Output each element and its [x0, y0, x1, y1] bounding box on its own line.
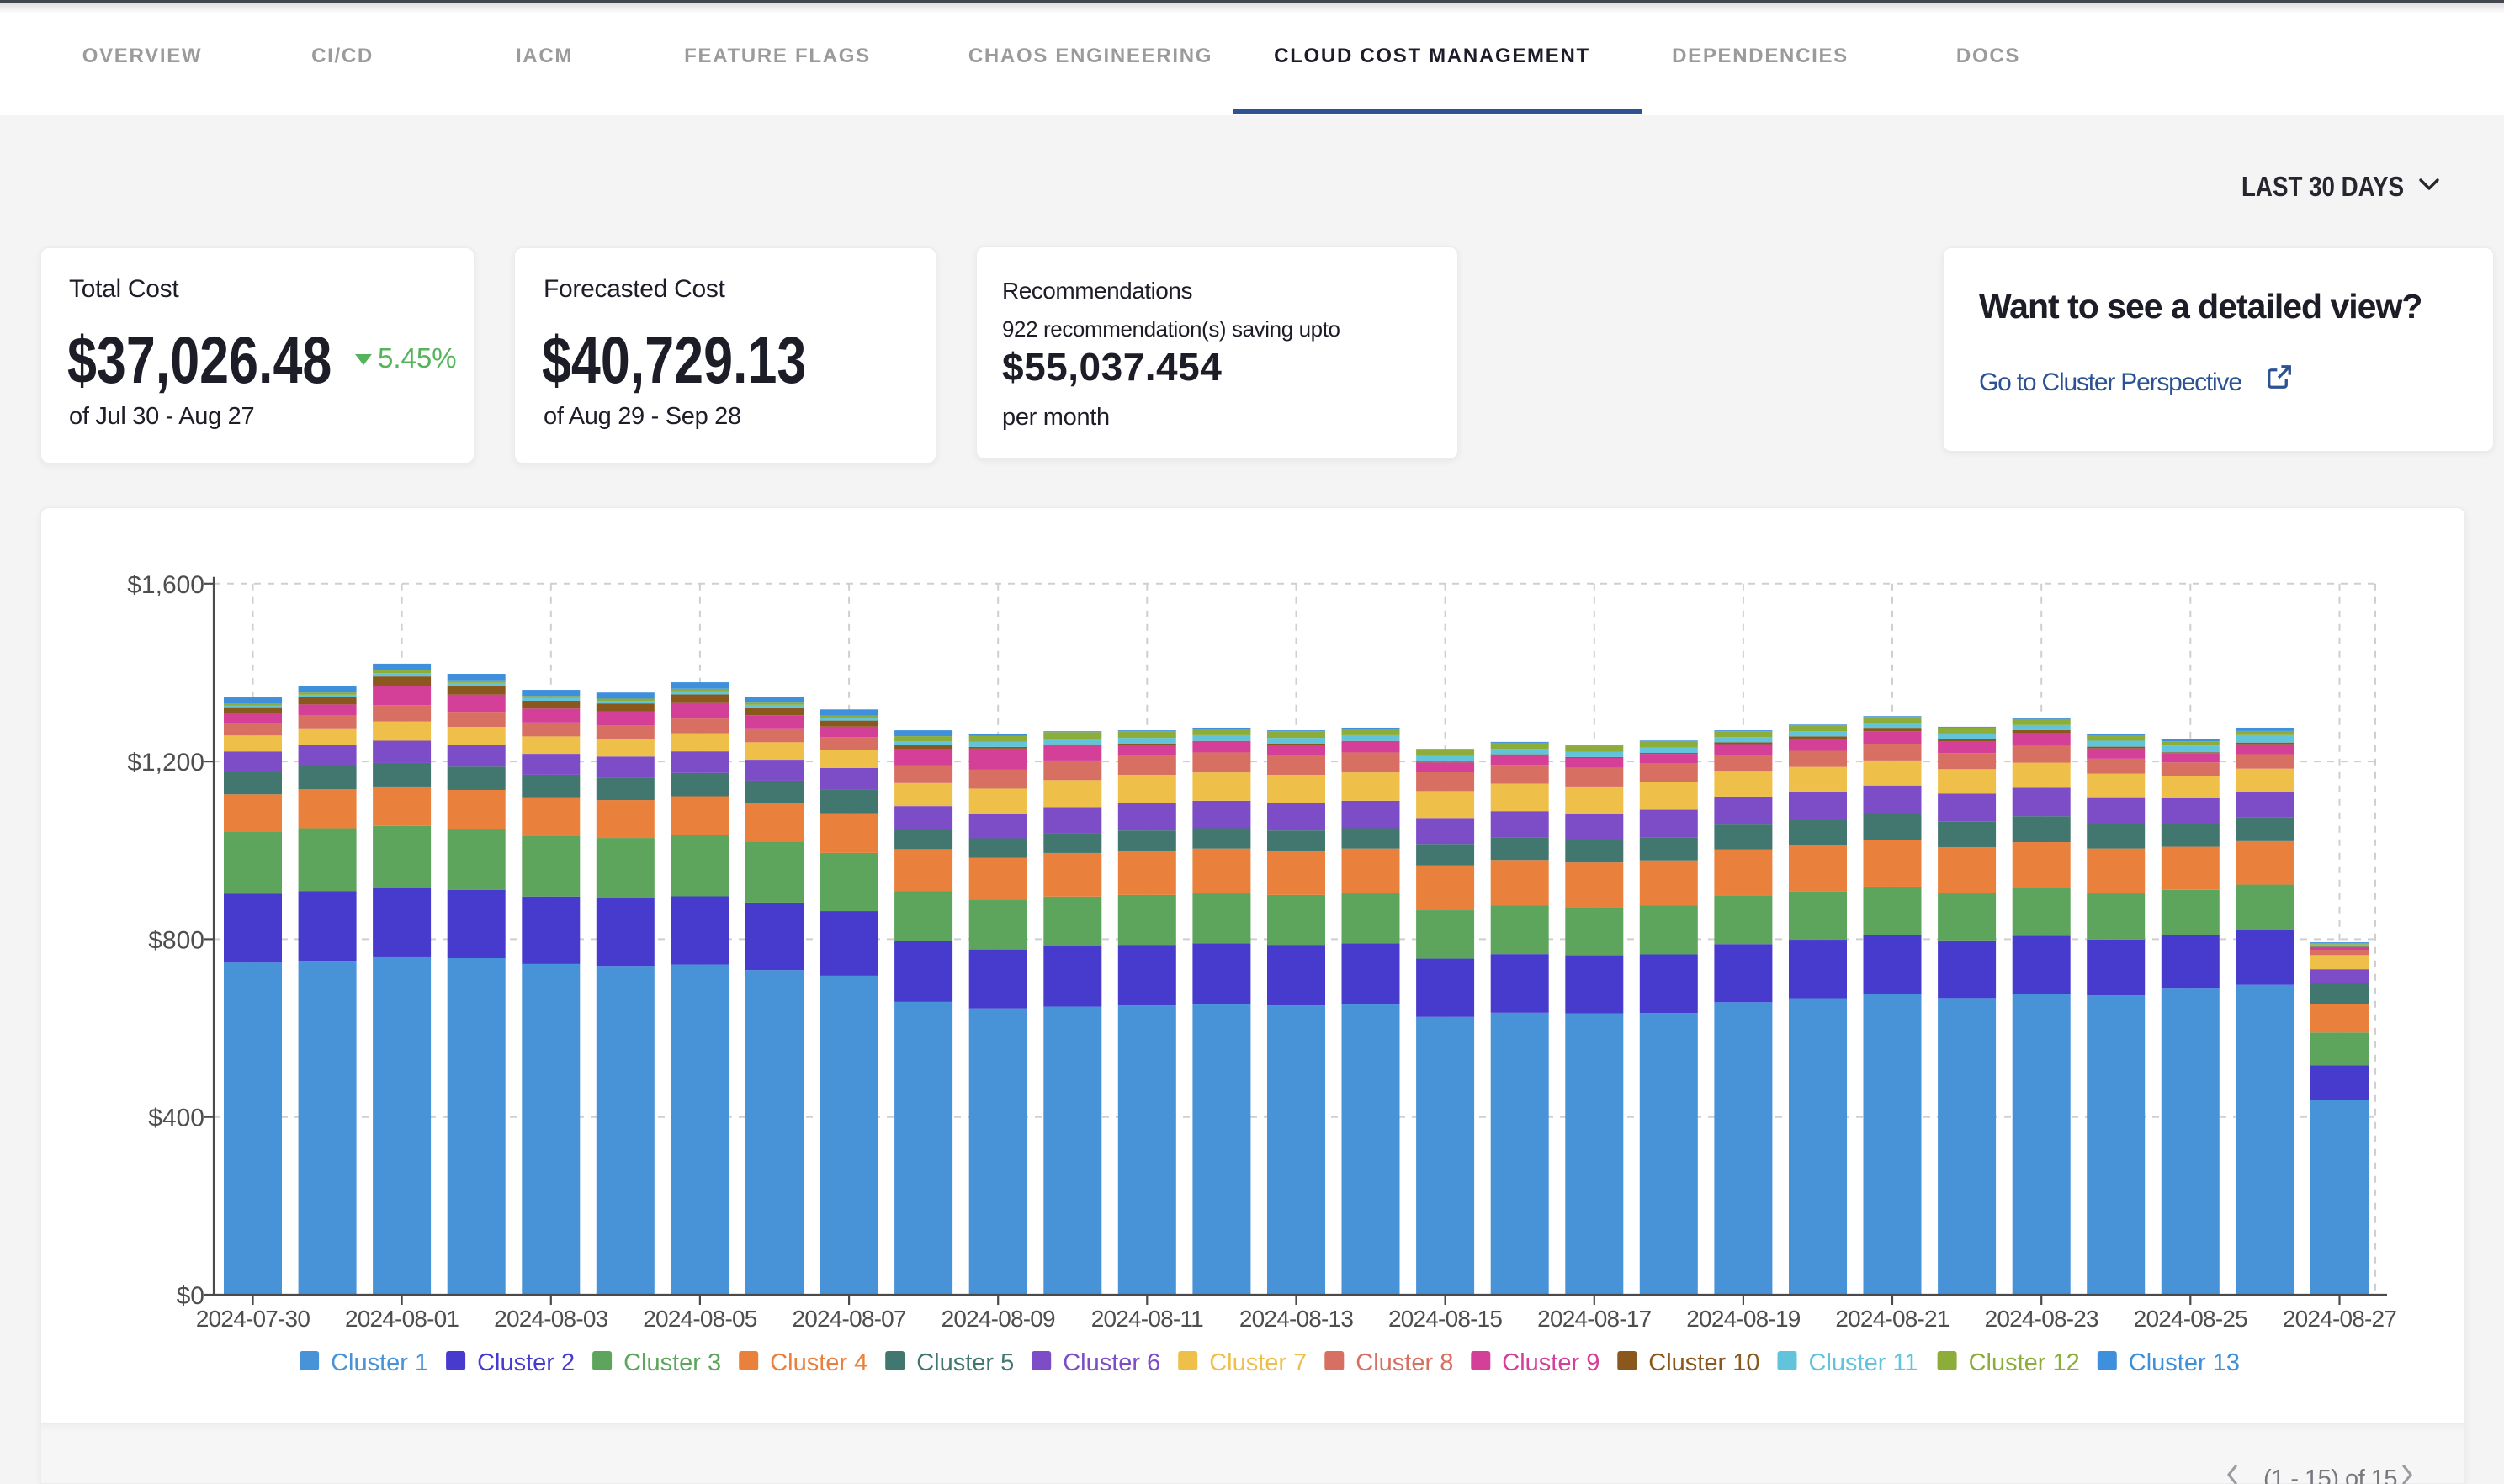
svg-text:Cluster 3: Cluster 3 [623, 1349, 721, 1376]
svg-text:2024-08-13: 2024-08-13 [1239, 1306, 1353, 1332]
svg-text:$1,200: $1,200 [127, 749, 204, 776]
svg-text:2024-08-03: 2024-08-03 [494, 1306, 607, 1332]
svg-text:2024-08-25: 2024-08-25 [2134, 1306, 2247, 1332]
svg-text:$800: $800 [148, 926, 204, 954]
svg-text:2024-08-23: 2024-08-23 [1985, 1306, 2098, 1332]
svg-text:Cluster 7: Cluster 7 [1209, 1349, 1307, 1376]
svg-text:Cluster 1: Cluster 1 [331, 1349, 428, 1376]
svg-text:Cluster 11: Cluster 11 [1809, 1349, 1918, 1376]
svg-text:Cluster 4: Cluster 4 [770, 1349, 867, 1376]
svg-text:2024-07-30: 2024-07-30 [196, 1306, 310, 1332]
svg-text:Cluster 12: Cluster 12 [1969, 1349, 2080, 1376]
svg-text:2024-08-09: 2024-08-09 [942, 1306, 1055, 1332]
svg-text:Cluster 6: Cluster 6 [1063, 1349, 1160, 1376]
svg-text:2024-08-21: 2024-08-21 [1835, 1306, 1949, 1332]
svg-text:2024-08-19: 2024-08-19 [1686, 1306, 1800, 1332]
svg-text:Cluster 8: Cluster 8 [1355, 1349, 1453, 1376]
svg-text:Cluster 2: Cluster 2 [477, 1349, 575, 1376]
svg-text:2024-08-01: 2024-08-01 [345, 1306, 459, 1332]
svg-text:2024-08-17: 2024-08-17 [1537, 1306, 1651, 1332]
svg-text:Cluster 5: Cluster 5 [916, 1349, 1014, 1376]
svg-text:2024-08-07: 2024-08-07 [792, 1306, 905, 1332]
svg-text:2024-08-15: 2024-08-15 [1388, 1306, 1502, 1332]
svg-text:2024-08-27: 2024-08-27 [2283, 1306, 2396, 1332]
svg-text:$1,600: $1,600 [127, 571, 204, 599]
svg-text:2024-08-11: 2024-08-11 [1091, 1306, 1203, 1332]
svg-text:Cluster 13: Cluster 13 [2129, 1349, 2240, 1376]
svg-text:2024-08-05: 2024-08-05 [643, 1306, 756, 1332]
svg-text:Cluster 10: Cluster 10 [1648, 1349, 1759, 1376]
svg-text:Cluster 9: Cluster 9 [1502, 1349, 1599, 1376]
svg-text:$400: $400 [148, 1105, 204, 1132]
